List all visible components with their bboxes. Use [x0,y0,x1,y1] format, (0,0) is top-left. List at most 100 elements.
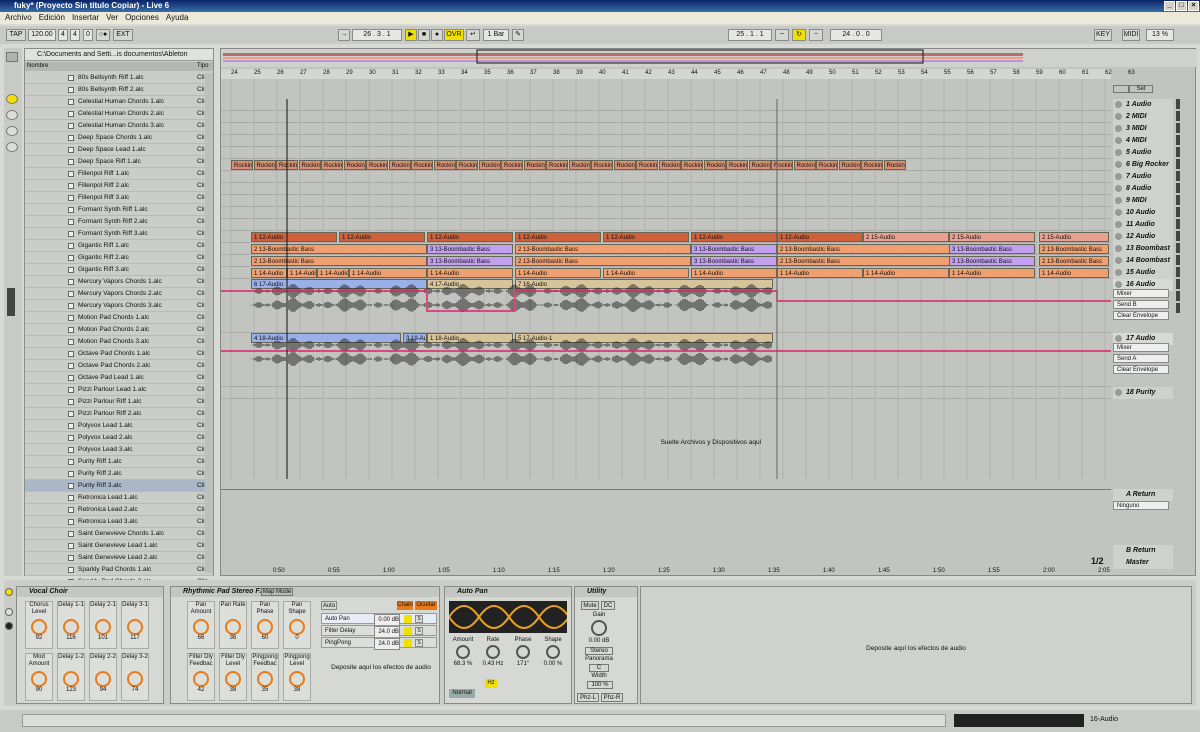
track-header[interactable]: 13 Boombast [1113,243,1173,255]
file-item[interactable]: Motion Pad Chords 1.alc Clip [25,312,213,324]
arrangement-clip[interactable]: 3 13-Boombastic Bass [691,244,777,254]
track-header[interactable]: 9 MIDI [1113,195,1173,207]
track-header[interactable]: 14 Boombast [1113,255,1173,267]
macro-knob[interactable]: Delay 2-1 101 [89,601,117,649]
arrangement-clip[interactable]: 5 17-Audio-1 [515,333,773,343]
track-fold-icon[interactable] [1115,233,1122,240]
arrangement-clip[interactable]: 1 12-Audio [691,232,777,242]
arrangement-clip[interactable]: 2 13-Boombastic Bass [1039,256,1109,266]
file-item[interactable]: Motion Pad Chords 3.alc Clip [25,336,213,348]
browser-path[interactable]: C:\Documents and Setti...is documentos\A… [25,49,213,61]
arrangement-clip[interactable]: 1 14-Audio [349,268,427,278]
track17-clear[interactable]: Clear Envelope [1113,365,1169,374]
file-item[interactable]: Saint Genevieve Chords 1.alc Clip [25,528,213,540]
track-lane[interactable] [221,135,1111,147]
autopan-knob[interactable]: Amount 68.3 % [449,637,477,677]
knob-dial[interactable] [289,619,305,635]
track-fold-icon[interactable] [1115,335,1122,342]
macro-knob[interactable]: Mod Amount 90 [25,653,53,701]
file-item[interactable]: Saint Genevieve Lead 1.alc Clip [25,540,213,552]
track-fold-icon[interactable] [1115,185,1122,192]
set-left-arrow-icon[interactable] [1113,85,1129,93]
macro-knob[interactable]: Chorus Level 92 [25,601,53,649]
minimize-button[interactable]: _ [1164,1,1175,11]
time-ruler[interactable]: 0:50 0:55 1:00 1:05 1:10 1:15 1:20 1:25 1:30 1:35… [221,567,1111,577]
midi-map-button[interactable]: MIDI [1122,29,1140,41]
signature-numerator[interactable]: 4 [58,29,68,41]
arrangement-clip[interactable]: 1 14-Audio [251,268,287,278]
phase-right-button[interactable]: Phz-R [601,693,623,702]
ext-sync-button[interactable]: EXT [113,29,133,41]
arrangement-clip[interactable]: 1 18-Audio [427,333,513,343]
file-item[interactable]: Formant Synth Riff 3.alc Clip [25,228,213,240]
loop-length-field[interactable]: 24 . 0 . 0 [830,29,882,41]
file-item[interactable]: Polyvox Lead 2.alc Clip [25,432,213,444]
file-item[interactable]: Purity Riff 2.alc Clip [25,468,213,480]
file-item[interactable]: Octave Pad Lead 1.alc Clip [25,372,213,384]
track-fold-icon[interactable] [1115,113,1122,120]
hide-button[interactable]: Ocultar [415,601,437,610]
macro-knob[interactable]: Delay 3-2 74 [121,653,149,701]
close-button[interactable]: × [1188,1,1199,11]
stereo-select[interactable]: Stereo [585,647,613,655]
knob-dial[interactable] [95,619,111,635]
file-item[interactable]: Formant Synth Riff 2.alc Clip [25,216,213,228]
arrangement-clip[interactable]: 1 14-Audio [863,268,949,278]
file-item[interactable]: Gigantic Riff 3.alc Clip [25,264,213,276]
arrangement-clip[interactable]: Rockin [478,160,501,170]
arrangement-clip[interactable]: 4 18-Audio [251,333,401,343]
track-fold-icon[interactable] [1115,269,1122,276]
file-item[interactable]: Mercury Vapors Chords 3.alc Clip [25,300,213,312]
knob-dial[interactable] [31,619,47,635]
arrangement-clip[interactable]: 7 16-Audio [515,279,773,289]
dc-button[interactable]: DC [601,601,615,610]
gain-knob[interactable] [591,620,607,636]
menu-archivo[interactable]: Archivo [5,13,32,22]
arrangement-clip[interactable]: Rockin [838,160,861,170]
track-fold-icon[interactable] [1115,161,1122,168]
arrangement-clip[interactable]: 1 12-Audio [427,232,513,242]
loop-button[interactable]: ↻ [792,29,806,41]
solo-button[interactable]: S [415,615,423,623]
knob-dial[interactable] [257,619,273,635]
quantize-field[interactable]: 0 [83,29,93,41]
file-item[interactable]: Fillenpol Riff 2.alc Clip [25,180,213,192]
track-lane[interactable] [221,111,1111,123]
record-button[interactable]: ● [431,29,443,41]
device-browser-icon[interactable] [6,110,18,120]
arrangement-clip[interactable]: 1 14-Audio [603,268,689,278]
knob-dial[interactable] [289,671,305,687]
arrangement-clip[interactable]: Rockin [546,160,568,170]
macro-knob[interactable]: Delay 2-2 94 [89,653,117,701]
clip-view-icon[interactable] [5,608,13,616]
macro-knob[interactable]: Pan Rate 36 [219,601,247,649]
tempo-field[interactable]: 120.00 [28,29,56,41]
macro-knob[interactable]: Delay 1-1 116 [57,601,85,649]
arrangement-clip[interactable]: 1 14-Audio [1039,268,1109,278]
browser-scrollbar[interactable] [205,73,213,573]
track-header[interactable]: 11 Audio [1113,219,1173,231]
track-header[interactable]: 5 Audio [1113,147,1173,159]
arrangement-clip[interactable]: 3 13-Boombastic Bass [427,244,513,254]
key-map-button[interactable]: KEY [1094,29,1112,41]
arrangement-clip[interactable]: 3 13-Boombastic Bass [691,256,777,266]
knob-dial[interactable] [546,645,560,659]
track17-mixer[interactable]: Mixer [1113,343,1169,352]
track-fold-icon[interactable] [1115,197,1122,204]
arrangement-clip[interactable]: Rockin [636,160,658,170]
arrangement-clip[interactable]: Rockin [771,160,793,170]
chain-row[interactable]: Auto Pan 0.00 dB S [321,613,437,626]
file-item[interactable]: Octave Pad Chords 2.alc Clip [25,360,213,372]
macro-knob[interactable]: Pingpong Feedbac 35 [251,653,279,701]
track-header[interactable]: 8 Audio [1113,183,1173,195]
chain-button[interactable]: Chain [397,601,413,610]
track-header[interactable]: 6 Big Rocker [1113,159,1173,171]
track-header[interactable]: 7 Audio [1113,171,1173,183]
arrangement-clip[interactable]: 2 13-Boombastic Bass [515,256,691,266]
macro-knob[interactable]: Pan Amount 66 [187,601,215,649]
track-header[interactable]: 15 Audio [1113,267,1173,279]
arrangement-overview[interactable] [221,49,1197,67]
track-lane[interactable] [221,195,1111,207]
maximize-button[interactable]: □ [1176,1,1187,11]
file-item[interactable]: Celestial Human Chords 3.alc Clip [25,120,213,132]
